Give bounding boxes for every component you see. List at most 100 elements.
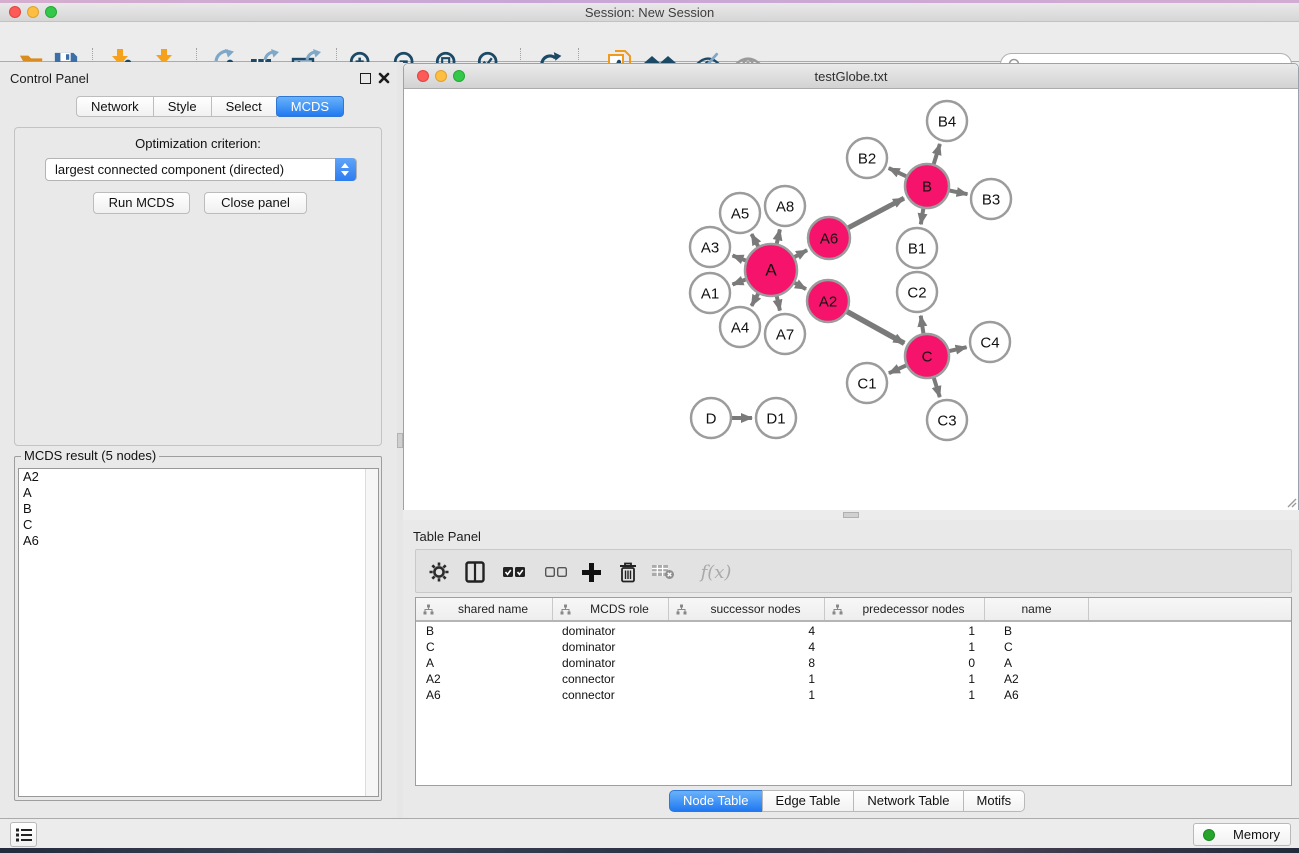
run-mcds-button[interactable]: Run MCDS — [93, 192, 190, 214]
memory-button[interactable]: Memory — [1193, 823, 1291, 846]
table-cell: 1 — [669, 688, 825, 704]
mcds-result-item[interactable]: A6 — [19, 533, 378, 549]
tab-network-table[interactable]: Network Table — [853, 790, 963, 812]
mcds-result-title: MCDS result (5 nodes) — [21, 448, 159, 463]
table-cell: 1 — [669, 672, 825, 688]
plus-icon — [582, 563, 601, 582]
network-canvas-svg: AA1A2A3A4A5A6A7A8BB1B2B3B4CC1C2C3C4DD1 — [404, 89, 1298, 510]
table-cell: C — [985, 640, 1089, 656]
table-cell: A6 — [416, 688, 553, 704]
table-row[interactable]: A2connector11A2 — [416, 672, 1291, 688]
table-cell-filler — [1089, 672, 1291, 688]
delete-column-button[interactable] — [613, 558, 643, 586]
horizontal-split-divider[interactable] — [403, 510, 1299, 520]
tab-motifs[interactable]: Motifs — [963, 790, 1026, 812]
control-panel-title: Control Panel — [10, 71, 89, 86]
column-header-successor-nodes[interactable]: successor nodes — [669, 598, 825, 620]
optimization-criterion-label: Optimization criterion: — [15, 136, 381, 151]
criterion-select[interactable]: largest connected component (directed) — [45, 158, 357, 181]
attribute-icon — [423, 604, 434, 615]
function-builder-button[interactable]: f(x) — [694, 558, 738, 586]
window-resize-grip[interactable] — [1285, 496, 1297, 508]
select-all-icon — [503, 567, 525, 578]
graph-node-label: D — [706, 411, 717, 428]
network-window-titlebar[interactable]: testGlobe.txt — [404, 64, 1298, 89]
attribute-icon — [832, 604, 843, 615]
table-cell: 1 — [825, 640, 985, 656]
control-panel-tabs: Network Style Select MCDS — [77, 96, 344, 117]
delete-table-icon — [651, 564, 675, 580]
table-cell: A — [985, 656, 1089, 672]
add-column-button[interactable] — [576, 558, 606, 586]
graph-node-label: D1 — [766, 411, 785, 428]
close-panel-button[interactable]: Close panel — [204, 192, 307, 214]
tab-style[interactable]: Style — [153, 96, 212, 117]
node-table-rows: Bdominator41BCdominator41CAdominator80AA… — [416, 622, 1291, 704]
table-cell-filler — [1089, 624, 1291, 640]
delete-table-button[interactable] — [648, 558, 678, 586]
columns-icon — [465, 561, 485, 583]
table-row[interactable]: Bdominator41B — [416, 624, 1291, 640]
table-cell: C — [416, 640, 553, 656]
divider-handle[interactable] — [843, 512, 859, 518]
node-table: shared name MCDS role successor nodes pr… — [415, 597, 1292, 786]
table-cell: connector — [553, 688, 669, 704]
mcds-result-list[interactable]: A2ABCA6 — [18, 468, 379, 797]
graph-node-label: B2 — [858, 151, 876, 168]
table-cell: dominator — [553, 656, 669, 672]
unselect-all-icon — [545, 567, 567, 578]
desktop-wallpaper-strip-bottom — [0, 848, 1299, 853]
graph-node-label: A6 — [820, 231, 838, 248]
table-tabs: Node Table Edge Table Network Table Moti… — [670, 790, 1025, 812]
mcds-tab-content: Optimization criterion: largest connecte… — [14, 127, 382, 446]
float-panel-icon[interactable] — [360, 73, 371, 84]
mcds-result-item[interactable]: A2 — [19, 469, 378, 485]
show-task-history-button[interactable] — [10, 822, 37, 847]
tab-node-table[interactable]: Node Table — [669, 790, 763, 812]
table-cell: B — [416, 624, 553, 640]
table-cell: 8 — [669, 656, 825, 672]
mcds-result-items: A2ABCA6 — [19, 469, 378, 549]
memory-status-dot — [1203, 829, 1215, 841]
column-header-name[interactable]: name — [985, 598, 1089, 620]
column-header-shared-name[interactable]: shared name — [416, 598, 553, 620]
mcds-result-item[interactable]: C — [19, 517, 378, 533]
status-bar: Memory — [0, 818, 1299, 848]
table-row[interactable]: Adominator80A — [416, 656, 1291, 672]
graph-node-label: A1 — [701, 286, 719, 303]
table-row[interactable]: Cdominator41C — [416, 640, 1291, 656]
tab-edge-table[interactable]: Edge Table — [762, 790, 855, 812]
select-all-button[interactable] — [499, 558, 529, 586]
close-panel-icon[interactable] — [378, 72, 390, 84]
table-row[interactable]: A6connector11A6 — [416, 688, 1291, 704]
graph-node-label: A — [765, 261, 777, 280]
graph-node-label: A7 — [776, 327, 794, 344]
graph-node-label: A5 — [731, 206, 749, 223]
table-cell: dominator — [553, 640, 669, 656]
graph-node-label: B3 — [982, 192, 1000, 209]
task-list-icon — [16, 828, 32, 842]
tab-mcds[interactable]: MCDS — [276, 96, 344, 117]
unselect-all-button[interactable] — [541, 558, 571, 586]
table-cell: dominator — [553, 624, 669, 640]
table-options-button[interactable] — [424, 558, 454, 586]
node-table-header: shared name MCDS role successor nodes pr… — [416, 598, 1291, 622]
graph-node-label: A8 — [776, 199, 794, 216]
graph-node-label: C1 — [857, 376, 876, 393]
column-header-predecessor-nodes[interactable]: predecessor nodes — [825, 598, 985, 620]
memory-label: Memory — [1233, 827, 1280, 842]
tab-select[interactable]: Select — [211, 96, 277, 117]
fx-icon: f(x) — [701, 562, 732, 583]
column-header-mcds-role[interactable]: MCDS role — [553, 598, 669, 620]
scrollbar-track[interactable] — [365, 469, 378, 796]
control-panel: Control Panel Network Style Select MCDS … — [0, 62, 397, 818]
graph-node-label: A3 — [701, 240, 719, 257]
criterion-selected-value: largest connected component (directed) — [55, 162, 284, 177]
attribute-icon — [676, 604, 687, 615]
mcds-result-item[interactable]: A — [19, 485, 378, 501]
network-canvas[interactable]: AA1A2A3A4A5A6A7A8BB1B2B3B4CC1C2C3C4DD1 — [404, 89, 1298, 510]
tab-network[interactable]: Network — [76, 96, 154, 117]
app-title: Session: New Session — [0, 5, 1299, 20]
mcds-result-item[interactable]: B — [19, 501, 378, 517]
show-column-button[interactable] — [460, 558, 490, 586]
